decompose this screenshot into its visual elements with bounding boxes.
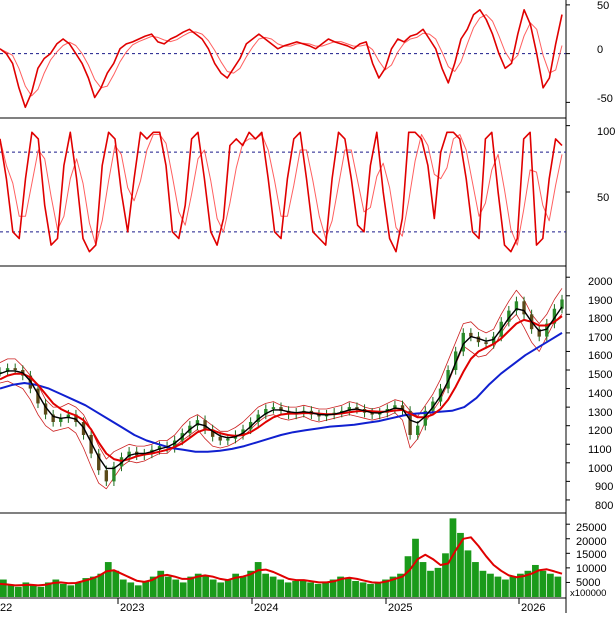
top-tick-label: -50 [597, 93, 613, 105]
price-tick-label: 1400 [588, 388, 612, 400]
price-tick-label: 1700 [588, 332, 612, 344]
volume-bar [179, 582, 187, 597]
price-tick-label: 1900 [588, 295, 612, 307]
volume-bar [404, 556, 412, 597]
volume-bar [37, 586, 45, 597]
stock-chart: 50 0 -50 100 50 2000 1900 1800 1700 1600… [0, 0, 616, 614]
volume-bar [7, 585, 15, 597]
mid-tick-label: 100 [597, 126, 615, 138]
price-bar [271, 407, 276, 409]
price-tick-label: 1300 [588, 407, 612, 419]
volume-bar [412, 538, 419, 597]
volume-bar [509, 576, 517, 597]
volume-bar [314, 583, 322, 597]
volume-bar [442, 553, 449, 597]
volume-tick-label: 10000 [576, 563, 607, 575]
price-tick-label: 900 [595, 481, 613, 493]
volume-bar [119, 579, 127, 597]
price-tick-label: 2000 [588, 276, 612, 288]
price-bar [104, 470, 109, 482]
volume-bar [142, 580, 150, 597]
chart-stage: 50 0 -50 100 50 2000 1900 1800 1700 1600… [0, 0, 616, 614]
volume-bar [352, 580, 359, 597]
price-tick-label: 1600 [588, 350, 612, 362]
volume-bar [112, 570, 120, 597]
volume-bar [359, 582, 367, 597]
volume-panel-tick-labels: 25000 20000 15000 10000 5000 x100000 [570, 522, 607, 599]
volume-bar [164, 576, 172, 597]
volume-bar [67, 585, 75, 597]
price-tick-label: 1800 [588, 313, 612, 325]
volume-bar [547, 573, 554, 597]
volume-bar [277, 579, 284, 597]
volume-bar [202, 575, 210, 597]
volume-bar [224, 579, 232, 597]
volume-bar [254, 562, 262, 597]
volume-bar [97, 573, 105, 597]
price-bar [484, 342, 488, 345]
price-tick-label: 800 [595, 500, 613, 512]
price-tick-label: 1200 [588, 425, 612, 437]
volume-bar [472, 562, 479, 597]
volume-tick-label: 20000 [576, 536, 607, 548]
volume-bar [74, 582, 82, 597]
volume-bar [494, 576, 502, 597]
volume-bar [209, 579, 217, 597]
price-tick-label: 1000 [588, 463, 612, 475]
volume-unit-label: x100000 [570, 588, 606, 599]
price-bar [13, 368, 17, 371]
volume-bar [307, 582, 314, 597]
price-bar [218, 436, 222, 441]
volume-bar [434, 567, 442, 597]
volume-bar [29, 585, 37, 597]
x-tick-label: 22 [0, 602, 12, 613]
price-tick-label: 1100 [588, 444, 612, 456]
volume-bar [427, 570, 434, 597]
volume-bar [292, 580, 299, 597]
volume-bar [172, 579, 180, 597]
volume-bar [502, 579, 509, 597]
volume-bar [14, 586, 22, 597]
volume-bar [554, 576, 562, 597]
mid-tick-label: 50 [597, 192, 609, 204]
volume-bar [322, 582, 329, 597]
volume-bar [487, 573, 494, 597]
price-bar [416, 425, 420, 435]
price-tick-label: 1500 [588, 369, 612, 381]
volume-bar [104, 562, 112, 597]
volume-bar [59, 583, 67, 597]
x-tick-label: 2023 [120, 602, 144, 613]
volume-bar [464, 550, 472, 597]
volume-tick-label: 15000 [576, 549, 607, 561]
volume-bar [367, 583, 374, 597]
volume-bar [262, 573, 270, 597]
top-tick-label: 0 [597, 44, 603, 56]
volume-bar [269, 576, 277, 597]
volume-bar [127, 582, 135, 597]
x-tick-label: 2026 [521, 602, 545, 613]
volume-bar [374, 582, 382, 597]
x-tick-label: 2024 [254, 602, 278, 613]
volume-bar [299, 579, 307, 597]
volume-bar [344, 578, 352, 597]
volume-bar [284, 582, 292, 597]
volume-bar [239, 576, 247, 597]
top-tick-label: 50 [597, 0, 609, 12]
volume-bar [419, 562, 427, 597]
volume-bar [539, 570, 547, 597]
volume-bar [0, 579, 7, 597]
volume-tick-label: 25000 [576, 522, 607, 534]
price-bar [226, 438, 230, 441]
volume-bar [134, 585, 142, 597]
volume-bar [479, 570, 487, 597]
volume-bar [217, 582, 225, 597]
x-tick-label: 2025 [388, 602, 412, 613]
